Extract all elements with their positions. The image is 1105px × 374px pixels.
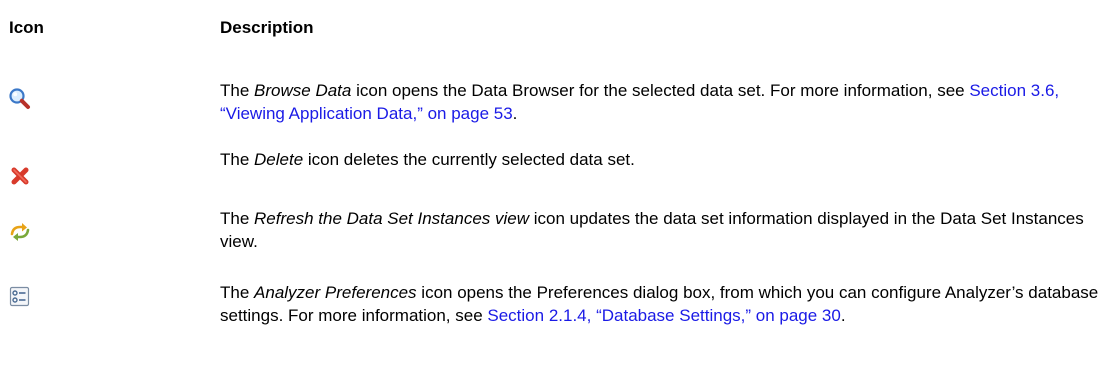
- icon-name: Browse Data: [254, 81, 352, 100]
- description-text: The: [220, 209, 255, 228]
- description-text: The: [220, 81, 255, 100]
- description-text: .: [512, 104, 518, 123]
- magnifier-icon: [7, 86, 33, 112]
- icon-column-header: Icon: [9, 18, 44, 37]
- browse-data-description: The Browse Data icon opens the Data Brow…: [220, 79, 1100, 125]
- description-text: icon deletes the currently selected data…: [303, 150, 635, 169]
- analyzer-preferences-description: The Analyzer Preferences icon opens the …: [220, 281, 1100, 327]
- icon-name: Analyzer Preferences: [254, 283, 417, 302]
- description-column-header: Description: [220, 18, 314, 37]
- description-text: .: [840, 306, 846, 325]
- icon-name: Refresh the Data Set Instances view: [254, 209, 530, 228]
- refresh-description: The Refresh the Data Set Instances view …: [220, 207, 1100, 253]
- description-text: The: [220, 150, 255, 169]
- description-text: The: [220, 283, 255, 302]
- delete-x-icon: [7, 163, 33, 189]
- preferences-list-icon: [7, 284, 33, 310]
- delete-description: The Delete icon deletes the currently se…: [220, 148, 1100, 171]
- description-text: icon opens the Data Browser for the sele…: [351, 81, 970, 100]
- refresh-arrows-icon: [7, 219, 33, 245]
- icon-name: Delete: [254, 150, 304, 169]
- section-2-1-4-link[interactable]: Section 2.1.4, “Database Settings,” on p…: [487, 306, 840, 325]
